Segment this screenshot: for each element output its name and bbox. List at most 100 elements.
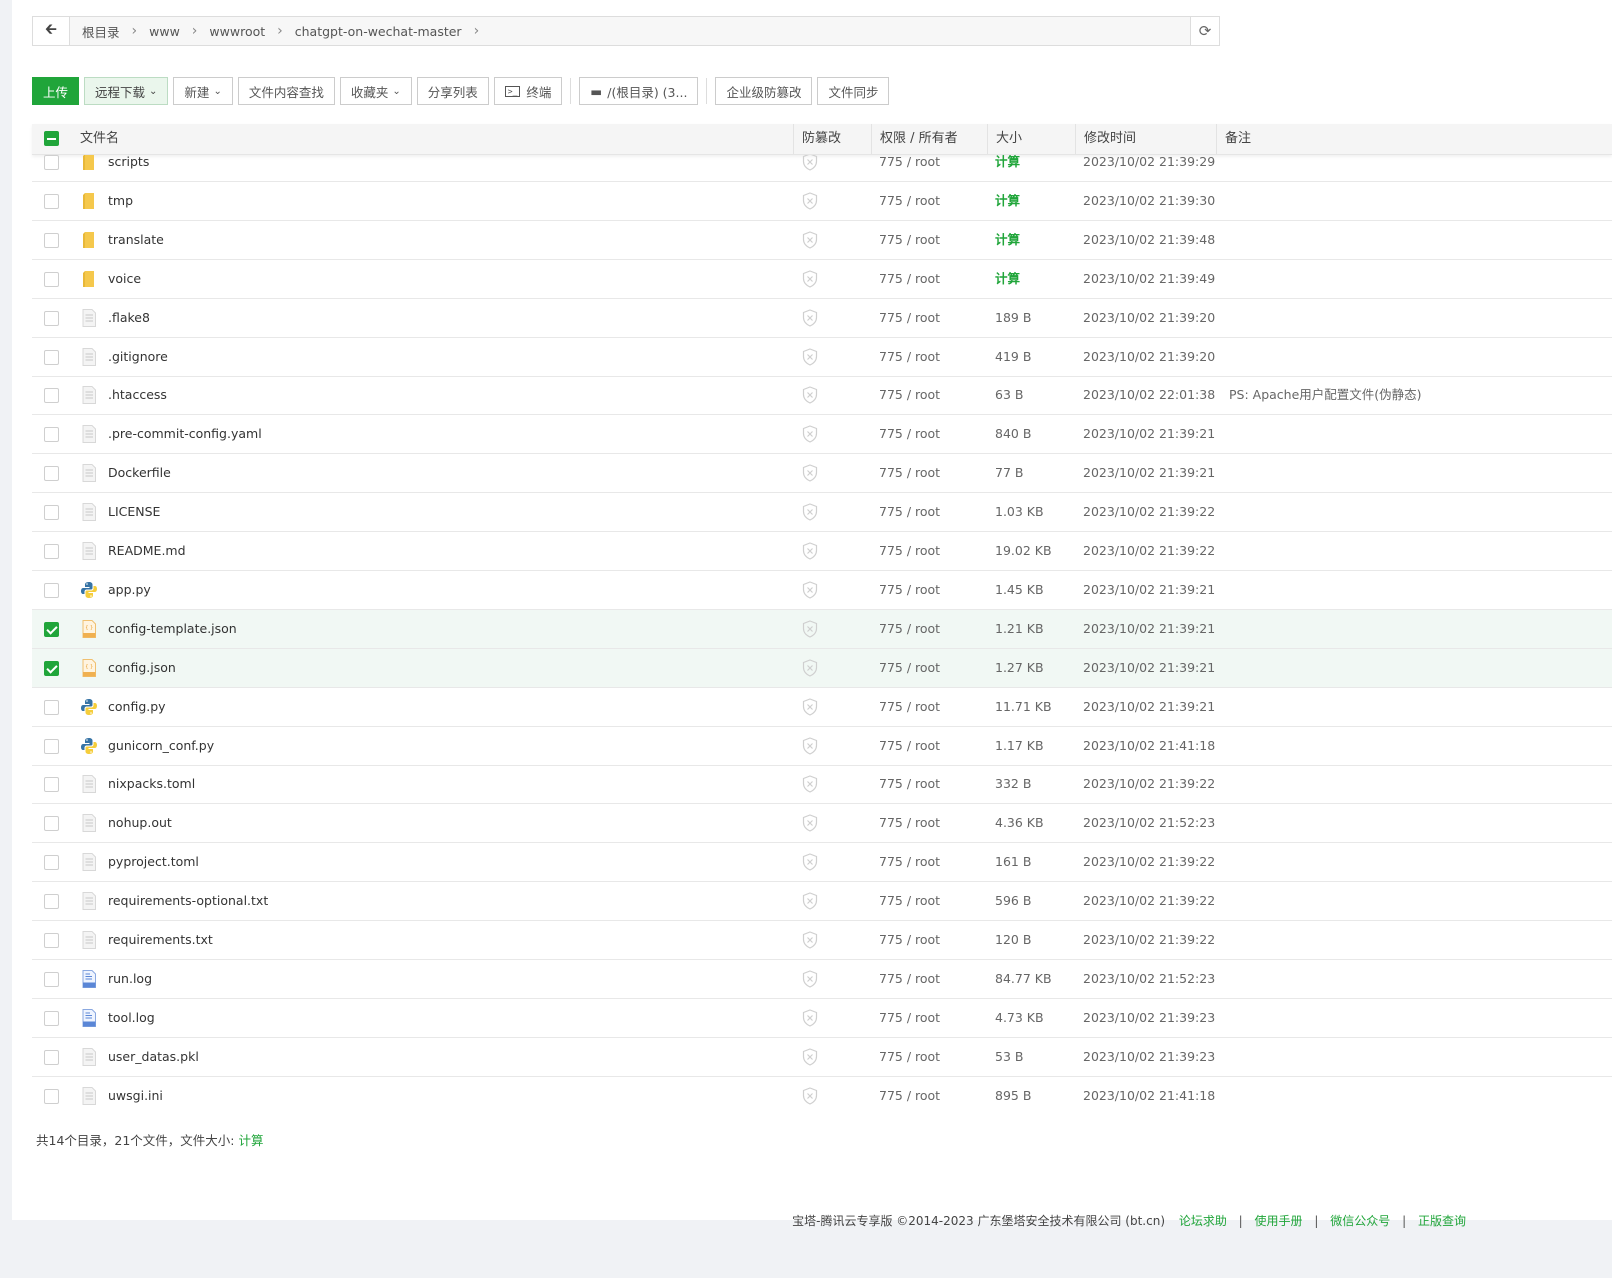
tamper-shield-icon[interactable]	[800, 347, 820, 367]
breadcrumb-www[interactable]: www	[143, 24, 186, 39]
file-size[interactable]: 计算	[995, 182, 1020, 220]
file-name[interactable]: translate	[108, 221, 164, 259]
tamper-shield-icon[interactable]	[800, 736, 820, 756]
row-checkbox[interactable]	[44, 1010, 59, 1026]
table-row[interactable]: run.log 775 / root 84.77 KB 2023/10/02 21:5…	[32, 960, 1612, 999]
file-permission[interactable]: 775 / root	[879, 338, 940, 376]
license-check-link[interactable]: 正版查询	[1418, 1214, 1466, 1228]
refresh-icon[interactable]: ⟳	[1190, 17, 1219, 45]
table-row[interactable]: tool.log 775 / root 4.73 KB 2023/10/02 21:3…	[32, 999, 1612, 1038]
row-checkbox[interactable]	[44, 777, 59, 793]
select-all-checkbox[interactable]	[44, 131, 59, 146]
file-permission[interactable]: 775 / root	[879, 765, 940, 803]
file-permission[interactable]: 775 / root	[879, 960, 940, 998]
tamper-shield-icon[interactable]	[800, 155, 820, 172]
file-permission[interactable]: 775 / root	[879, 843, 940, 881]
table-row[interactable]: tmp 775 / root 计算 2023/10/02 21:39:30	[32, 182, 1612, 221]
tamper-shield-icon[interactable]	[800, 1047, 820, 1067]
tamper-shield-icon[interactable]	[800, 269, 820, 289]
tamper-shield-icon[interactable]	[800, 813, 820, 833]
file-permission[interactable]: 775 / root	[879, 493, 940, 531]
file-name[interactable]: gunicorn_conf.py	[108, 727, 214, 765]
table-row[interactable]: .htaccess 775 / root 63 B 2023/10/02 22:01:…	[32, 376, 1612, 416]
file-permission[interactable]: 775 / root	[879, 882, 940, 920]
file-permission[interactable]: 775 / root	[879, 610, 940, 648]
file-name[interactable]: LICENSE	[108, 493, 160, 531]
file-permission[interactable]: 775 / root	[879, 921, 940, 959]
file-name[interactable]: nohup.out	[108, 804, 172, 842]
file-name[interactable]: config-template.json	[108, 610, 237, 648]
tamper-shield-icon[interactable]	[800, 774, 820, 794]
row-checkbox[interactable]	[44, 232, 59, 248]
row-checkbox[interactable]	[44, 349, 59, 365]
content-search-button[interactable]: 文件内容查找	[237, 77, 335, 105]
tamper-shield-icon[interactable]	[800, 385, 820, 405]
tamper-shield-icon[interactable]	[800, 230, 820, 250]
header-filename[interactable]: 文件名	[80, 124, 119, 154]
tamper-shield-icon[interactable]	[800, 969, 820, 989]
tamper-shield-icon[interactable]	[800, 891, 820, 911]
file-name[interactable]: run.log	[108, 960, 152, 998]
row-checkbox[interactable]	[44, 1049, 59, 1065]
file-name[interactable]: requirements-optional.txt	[108, 882, 268, 920]
breadcrumb-wwwroot[interactable]: wwwroot	[203, 24, 271, 39]
tamper-shield-icon[interactable]	[800, 852, 820, 872]
table-row[interactable]: scripts 775 / root 计算 2023/10/02 21:39:29	[32, 155, 1612, 182]
row-checkbox[interactable]	[44, 971, 59, 987]
back-arrow-icon[interactable]: 🡰	[33, 17, 70, 45]
file-name[interactable]: config.json	[108, 649, 176, 687]
file-name[interactable]: user_datas.pkl	[108, 1038, 199, 1076]
table-row[interactable]: app.py 775 / root 1.45 KB 2023/10/02 21:39:…	[32, 571, 1612, 610]
favorites-button[interactable]: 收藏夹 ⌄	[339, 77, 412, 105]
row-checkbox[interactable]	[44, 388, 59, 404]
file-name[interactable]: .pre-commit-config.yaml	[108, 415, 262, 453]
tamper-shield-icon[interactable]	[800, 1086, 820, 1106]
table-row[interactable]: .pre-commit-config.yaml 775 / root 840 B 20…	[32, 415, 1612, 455]
file-name[interactable]: pyproject.toml	[108, 843, 199, 881]
row-checkbox[interactable]	[44, 427, 59, 443]
table-row[interactable]: gunicorn_conf.py 775 / root 1.17 KB 2023/10…	[32, 727, 1612, 766]
file-name[interactable]: .flake8	[108, 299, 150, 337]
file-name[interactable]: nixpacks.toml	[108, 765, 195, 803]
file-permission[interactable]: 775 / root	[879, 415, 940, 453]
file-permission[interactable]: 775 / root	[879, 221, 940, 259]
file-size[interactable]: 计算	[995, 155, 1020, 181]
file-size[interactable]: 计算	[995, 221, 1020, 259]
file-permission[interactable]: 775 / root	[879, 454, 940, 492]
table-row[interactable]: { } config.json 775 / root 1.27 KB 2023/10/0…	[32, 648, 1612, 688]
file-note[interactable]: PS: Apache用户配置文件(伪静态)	[1229, 376, 1422, 414]
tamper-shield-icon[interactable]	[800, 619, 820, 639]
disk-button[interactable]: ▬/(根目录) (3...	[579, 77, 699, 105]
remote-download-button[interactable]: 远程下载 ⌄	[84, 77, 169, 105]
file-permission[interactable]: 775 / root	[879, 804, 940, 842]
file-permission[interactable]: 775 / root	[879, 1038, 940, 1076]
file-permission[interactable]: 775 / root	[879, 532, 940, 570]
row-checkbox[interactable]	[44, 466, 59, 482]
table-row[interactable]: uwsgi.ini 775 / root 895 B 2023/10/02 21:41…	[32, 1077, 1612, 1115]
breadcrumb-root[interactable]: 根目录	[76, 22, 126, 41]
file-name[interactable]: .gitignore	[108, 338, 168, 376]
file-name[interactable]: README.md	[108, 532, 186, 570]
row-checkbox[interactable]	[44, 699, 59, 715]
tamper-shield-icon[interactable]	[800, 502, 820, 522]
enterprise-tamper-button[interactable]: 企业级防篡改	[715, 77, 813, 105]
row-checkbox[interactable]	[44, 155, 59, 170]
row-checkbox[interactable]	[44, 894, 59, 910]
summary-calc-link[interactable]: 计算	[239, 1133, 264, 1148]
row-checkbox[interactable]	[44, 660, 59, 676]
tamper-shield-icon[interactable]	[800, 191, 820, 211]
file-permission[interactable]: 775 / root	[879, 260, 940, 298]
table-row[interactable]: .gitignore 775 / root 419 B 2023/10/02 21:3…	[32, 338, 1612, 377]
table-row[interactable]: voice 775 / root 计算 2023/10/02 21:39:49	[32, 260, 1612, 299]
breadcrumb-project[interactable]: chatgpt-on-wechat-master	[289, 24, 468, 39]
forum-link[interactable]: 论坛求助	[1179, 1214, 1227, 1228]
upload-button[interactable]: 上传	[32, 77, 80, 105]
tamper-shield-icon[interactable]	[800, 1008, 820, 1028]
table-row[interactable]: requirements.txt 775 / root 120 B 2023/10/0…	[32, 921, 1612, 960]
tamper-shield-icon[interactable]	[800, 658, 820, 678]
table-row[interactable]: requirements-optional.txt 775 / root 596 B…	[32, 882, 1612, 922]
file-permission[interactable]: 775 / root	[879, 1077, 940, 1115]
file-permission[interactable]: 775 / root	[879, 999, 940, 1037]
row-checkbox[interactable]	[44, 310, 59, 326]
header-size[interactable]: 大小	[987, 124, 1022, 154]
